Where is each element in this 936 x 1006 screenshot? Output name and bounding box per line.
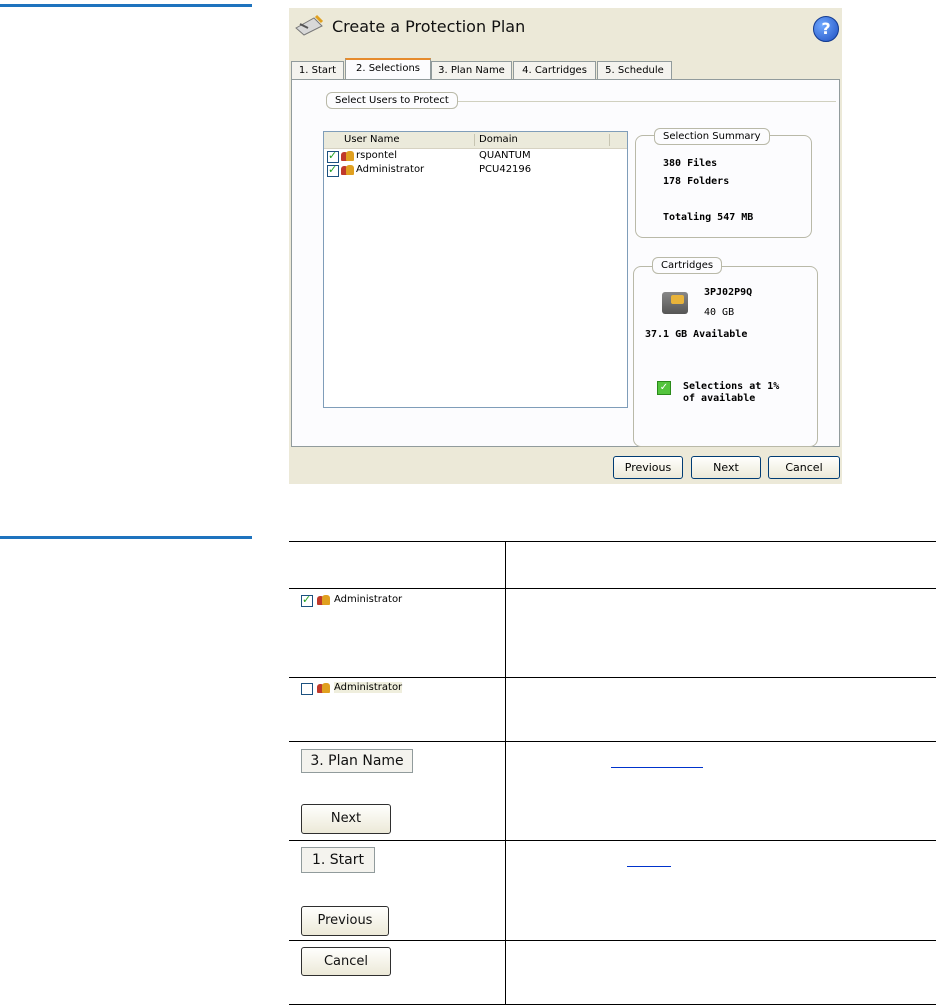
table-rule bbox=[289, 541, 936, 542]
plan-wizard-icon bbox=[295, 14, 324, 36]
summary-total: Totaling 547 MB bbox=[663, 212, 754, 223]
column-separator bbox=[609, 134, 610, 146]
cancel-button[interactable]: Cancel bbox=[768, 456, 840, 479]
selection-summary-box: 380 Files 178 Folders Totaling 547 MB bbox=[635, 135, 812, 238]
table-rule bbox=[289, 677, 936, 678]
checked-checkbox bbox=[301, 593, 313, 607]
table-rule bbox=[289, 588, 936, 589]
cartridge-icon bbox=[662, 292, 688, 314]
selection-summary-legend: Selection Summary bbox=[654, 128, 770, 145]
plan-name-tab-example: 3. Plan Name bbox=[301, 749, 413, 773]
user-row[interactable]: Administrator PCU42196 bbox=[324, 163, 627, 178]
selection-percent: Selections at 1% bbox=[683, 381, 780, 392]
previous-button[interactable]: Previous bbox=[613, 456, 683, 479]
user-group-icon bbox=[341, 165, 354, 176]
tab-plan-name[interactable]: 3. Plan Name bbox=[431, 61, 512, 79]
column-domain[interactable]: Domain bbox=[479, 134, 518, 145]
selection-ok-icon: ✓ bbox=[657, 381, 671, 395]
table-rule bbox=[289, 940, 936, 941]
users-list[interactable]: User Name Domain rspontel QUANTUM Admini… bbox=[323, 131, 628, 408]
summary-files: 380 Files bbox=[663, 158, 718, 169]
unchecked-checkbox bbox=[301, 683, 313, 695]
unchecked-user-label: Administrator bbox=[334, 682, 403, 693]
user-checkbox[interactable] bbox=[327, 149, 339, 163]
next-button-example: Next bbox=[301, 804, 391, 834]
user-row[interactable]: rspontel QUANTUM bbox=[324, 149, 627, 164]
cartridge-available: 37.1 GB Available bbox=[645, 329, 748, 340]
user-name: Administrator bbox=[356, 164, 425, 175]
summary-folders: 178 Folders bbox=[663, 176, 730, 187]
checked-user-label: Administrator bbox=[334, 594, 403, 605]
user-group-icon bbox=[317, 595, 330, 606]
user-group-icon bbox=[341, 151, 354, 162]
user-domain: QUANTUM bbox=[479, 150, 531, 161]
user-domain: PCU42196 bbox=[479, 164, 532, 175]
cartridge-id: 3PJ02P9Q bbox=[704, 287, 753, 298]
table-rule bbox=[289, 1004, 936, 1005]
help-icon[interactable]: ? bbox=[813, 16, 839, 42]
tab-selections[interactable]: 2. Selections bbox=[345, 58, 431, 81]
cartridges-box: 3PJ02P9Q 40 GB 37.1 GB Available ✓ Selec… bbox=[633, 266, 818, 447]
users-group-legend: Select Users to Protect bbox=[326, 92, 458, 109]
tab-start[interactable]: 1. Start bbox=[291, 61, 344, 79]
start-tab-example: 1. Start bbox=[301, 847, 375, 873]
hyperlink-underline bbox=[627, 866, 671, 867]
column-user-name[interactable]: User Name bbox=[344, 134, 399, 145]
cancel-button-example: Cancel bbox=[301, 947, 391, 976]
section-rule-bottom bbox=[0, 536, 252, 539]
cartridge-size: 40 GB bbox=[704, 307, 735, 318]
column-separator bbox=[474, 134, 475, 146]
selection-percent-2: of available bbox=[683, 393, 756, 404]
window-titlebar: Create a Protection Plan ? bbox=[291, 10, 840, 46]
next-button[interactable]: Next bbox=[691, 456, 761, 479]
table-rule bbox=[289, 741, 936, 742]
tab-schedule[interactable]: 5. Schedule bbox=[597, 61, 672, 79]
table-rule bbox=[289, 840, 936, 841]
users-list-header: User Name Domain bbox=[324, 132, 627, 149]
user-name: rspontel bbox=[356, 150, 397, 161]
user-checkbox[interactable] bbox=[327, 163, 339, 177]
selections-panel: Select Users to Protect User Name Domain… bbox=[291, 79, 840, 447]
protection-plan-window: Create a Protection Plan ? 1. Start 2. S… bbox=[289, 8, 842, 484]
reference-table: Administrator Administrator 3. Plan Name… bbox=[289, 541, 936, 1006]
cartridges-legend: Cartridges bbox=[652, 257, 723, 274]
hyperlink-underline bbox=[611, 767, 703, 768]
user-group-icon bbox=[317, 683, 330, 694]
window-title: Create a Protection Plan bbox=[332, 17, 526, 36]
tab-cartridges[interactable]: 4. Cartridges bbox=[513, 61, 596, 79]
section-rule-top bbox=[0, 4, 252, 7]
table-column-divider bbox=[505, 541, 506, 1005]
previous-button-example: Previous bbox=[301, 906, 389, 936]
